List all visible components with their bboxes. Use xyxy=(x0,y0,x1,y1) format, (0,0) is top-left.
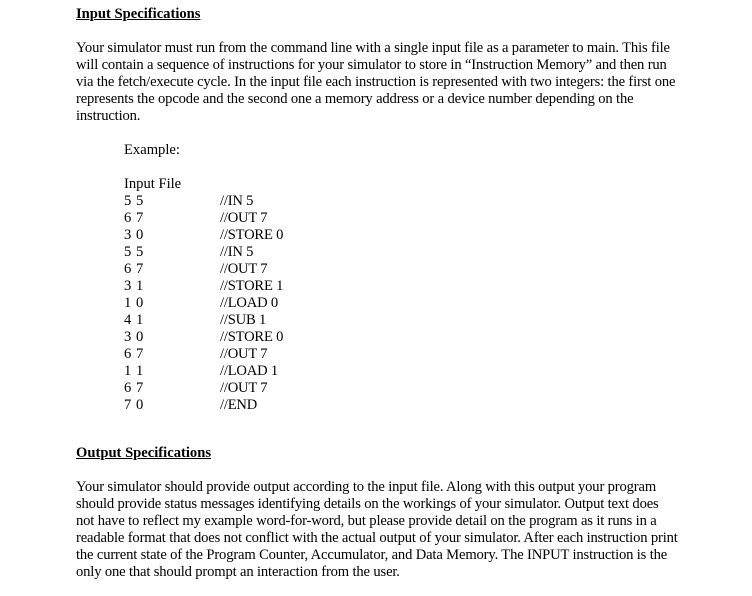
instruction-comment: //STORE 0 xyxy=(220,329,284,345)
input-file-label: Input File xyxy=(124,176,182,192)
instruction-comment: //OUT 7 xyxy=(220,261,268,277)
instruction-code: 7 0 xyxy=(124,397,144,413)
instruction-code: 6 7 xyxy=(124,346,144,362)
instruction-row: 3 1 //STORE 1 xyxy=(124,278,283,295)
instruction-row: 6 7 //OUT 7 xyxy=(124,210,283,227)
instruction-comment: //IN 5 xyxy=(220,244,254,260)
instruction-comment: //STORE 1 xyxy=(220,278,284,294)
input-specifications-paragraph: Your simulator must run from the command… xyxy=(76,40,736,125)
instruction-row: 6 7 //OUT 7 xyxy=(124,380,283,397)
paragraph-line: readable format that does not conflict w… xyxy=(76,530,678,546)
instruction-code: 3 0 xyxy=(124,329,144,345)
instruction-row: 5 5 //IN 5 xyxy=(124,244,283,261)
instruction-comment: //STORE 0 xyxy=(220,227,284,243)
paragraph-line: only one that should prompt an interacti… xyxy=(76,564,400,580)
instruction-comment: //END xyxy=(220,397,258,413)
instruction-row: 4 1 //SUB 1 xyxy=(124,312,283,329)
instruction-code: 5 5 xyxy=(124,193,144,209)
instruction-row: 6 7 //OUT 7 xyxy=(124,346,283,363)
instruction-row: 1 0 //LOAD 0 xyxy=(124,295,283,312)
instruction-comment: //OUT 7 xyxy=(220,346,268,362)
paragraph-line: via the fetch/execute cycle. In the inpu… xyxy=(76,74,676,90)
paragraph-line: will contain a sequence of instructions … xyxy=(76,57,667,73)
instruction-code: 1 1 xyxy=(124,363,144,379)
instruction-code: 6 7 xyxy=(124,380,144,396)
input-specifications-heading: Input Specifications xyxy=(76,6,201,22)
instruction-code: 3 0 xyxy=(124,227,144,243)
paragraph-line: should provide status messages identifyi… xyxy=(76,496,659,512)
instruction-code: 6 7 xyxy=(124,261,144,277)
paragraph-line: Your simulator must run from the command… xyxy=(76,40,670,56)
paragraph-line: Your simulator should provide output acc… xyxy=(76,479,657,495)
instruction-row: 6 7 //OUT 7 xyxy=(124,261,283,278)
instruction-code: 4 1 xyxy=(124,312,144,328)
instruction-comment: //LOAD 1 xyxy=(220,363,278,379)
instruction-comment: //OUT 7 xyxy=(220,380,268,396)
instruction-comment: //IN 5 xyxy=(220,193,254,209)
instruction-code: 6 7 xyxy=(124,210,144,226)
output-specifications-heading: Output Specifications xyxy=(76,445,212,461)
instruction-code: 1 0 xyxy=(124,295,144,311)
instruction-row: 5 5 //IN 5 xyxy=(124,193,283,210)
output-specifications-paragraph: Your simulator should provide output acc… xyxy=(76,479,736,581)
instruction-row: 1 1 //LOAD 1 xyxy=(124,363,283,380)
instruction-row: 3 0 //STORE 0 xyxy=(124,329,283,346)
instruction-code: 3 1 xyxy=(124,278,144,294)
instruction-list: 5 5 //IN 5 6 7 //OUT 7 3 0 //STORE 0 5 5… xyxy=(124,193,283,414)
instruction-comment: //SUB 1 xyxy=(220,312,267,328)
example-label: Example: xyxy=(124,142,180,158)
paragraph-line: instruction. xyxy=(76,108,141,124)
instruction-comment: //LOAD 0 xyxy=(220,295,278,311)
instruction-comment: //OUT 7 xyxy=(220,210,268,226)
instruction-row: 3 0 //STORE 0 xyxy=(124,227,283,244)
paragraph-line: not have to reflect my example word-for-… xyxy=(76,513,657,529)
paragraph-line: represents the opcode and the second one… xyxy=(76,91,634,107)
paragraph-line: the current state of the Program Counter… xyxy=(76,547,668,563)
instruction-code: 5 5 xyxy=(124,244,144,260)
instruction-row: 7 0 //END xyxy=(124,397,283,414)
